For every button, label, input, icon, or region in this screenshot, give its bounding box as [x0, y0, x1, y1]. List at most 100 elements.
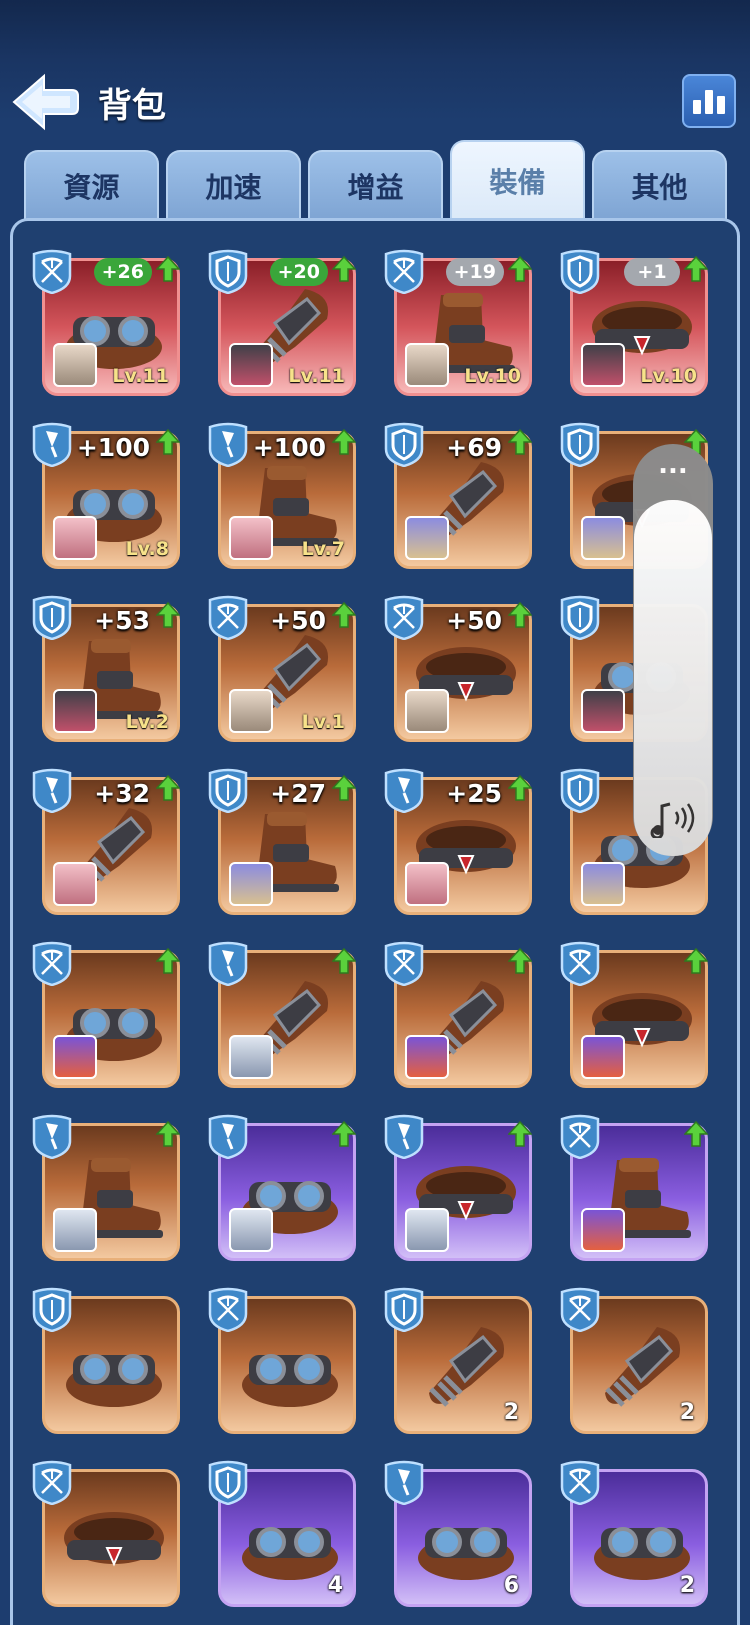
equipment-item[interactable]: Lv.10 +1: [558, 248, 708, 398]
crossbow-type-icon: [384, 595, 424, 640]
equipment-item[interactable]: Lv.2 +53: [30, 594, 180, 744]
hero-avatar: [405, 343, 449, 387]
power-bonus-badge: +19: [445, 258, 504, 286]
equipment-item[interactable]: [382, 940, 532, 1090]
equipment-item[interactable]: [30, 940, 180, 1090]
equipment-item[interactable]: 2: [558, 1459, 708, 1609]
equipment-item[interactable]: 2: [382, 1286, 532, 1436]
equipment-item[interactable]: +69: [382, 421, 532, 571]
upgrade-arrow-icon: [156, 602, 180, 628]
tab-resources[interactable]: 資源: [24, 150, 159, 220]
upgrade-arrow-icon: [332, 948, 356, 974]
equipment-item[interactable]: [30, 1113, 180, 1263]
power-bonus-badge: +53: [94, 605, 150, 635]
upgrade-arrow-icon: [332, 429, 356, 455]
upgrade-arrow-icon: [508, 429, 532, 455]
equipment-item[interactable]: [558, 940, 708, 1090]
item-level: Lv.7: [301, 538, 345, 560]
equipment-item[interactable]: [30, 1286, 180, 1436]
crossbow-type-icon: [560, 941, 600, 986]
goggles-icon: [66, 1354, 162, 1407]
equipment-item[interactable]: [206, 1113, 356, 1263]
item-level: Lv.8: [125, 538, 169, 560]
goggles-icon: [242, 1354, 338, 1407]
item-level: Lv.10: [640, 365, 697, 387]
equipment-item[interactable]: +32: [30, 767, 180, 917]
equipment-item[interactable]: Lv.10 +19: [382, 248, 532, 398]
upgrade-arrow-icon: [508, 948, 532, 974]
hero-avatar: [229, 516, 273, 560]
equipment-item[interactable]: [206, 940, 356, 1090]
equipment-item[interactable]: Lv.11 +20: [206, 248, 356, 398]
hero-avatar: [53, 516, 97, 560]
shield-type-icon: [32, 595, 72, 640]
power-bonus-badge: +26: [93, 258, 152, 286]
dagger-type-icon: [32, 1114, 72, 1159]
equipment-item[interactable]: +27: [206, 767, 356, 917]
equipment-item[interactable]: Lv.8 +100: [30, 421, 180, 571]
tab-speedup[interactable]: 加速: [166, 150, 301, 220]
hero-avatar: [581, 862, 625, 906]
floating-assistant[interactable]: ...: [633, 444, 713, 856]
hero-avatar: [229, 343, 273, 387]
power-bonus-badge: +100: [252, 432, 326, 462]
shield-type-icon: [208, 768, 248, 813]
shield-type-icon: [560, 249, 600, 294]
hero-avatar: [229, 689, 273, 733]
equipment-item[interactable]: [382, 1113, 532, 1263]
equipment-item[interactable]: 2: [558, 1286, 708, 1436]
upgrade-arrow-icon: [508, 775, 532, 801]
shield-type-icon: [560, 595, 600, 640]
dagger-type-icon: [32, 768, 72, 813]
tab-equipment[interactable]: 裝備: [450, 140, 585, 220]
equipment-item[interactable]: Lv.1 +50: [206, 594, 356, 744]
upgrade-arrow-icon: [332, 602, 356, 628]
equipment-item[interactable]: [30, 1459, 180, 1609]
back-button[interactable]: [10, 72, 80, 132]
tab-other[interactable]: 其他: [592, 150, 727, 220]
power-bonus-badge: +69: [446, 432, 502, 462]
hero-avatar: [53, 1208, 97, 1252]
crossbow-type-icon: [560, 1114, 600, 1159]
upgrade-arrow-icon: [332, 1121, 356, 1147]
crossbow-type-icon: [208, 595, 248, 640]
upgrade-arrow-icon: [156, 948, 180, 974]
equipment-item[interactable]: [206, 1286, 356, 1436]
equipment-item[interactable]: +25: [382, 767, 532, 917]
dagger-type-icon: [384, 768, 424, 813]
upgrade-arrow-icon: [156, 1121, 180, 1147]
item-count: 2: [503, 1400, 519, 1425]
equipment-item[interactable]: Lv.11 +26: [30, 248, 180, 398]
equipment-item[interactable]: 4: [206, 1459, 356, 1609]
shield-type-icon: [208, 249, 248, 294]
dagger-type-icon: [208, 422, 248, 467]
hero-avatar: [53, 689, 97, 733]
belt-icon: [64, 1512, 164, 1567]
power-bonus-badge: +25: [446, 778, 502, 808]
power-bonus-badge: +100: [76, 432, 150, 462]
equipment-item[interactable]: Lv.7 +100: [206, 421, 356, 571]
hero-avatar: [405, 1035, 449, 1079]
dagger-type-icon: [32, 422, 72, 467]
tab-boost[interactable]: 增益: [308, 150, 443, 220]
hero-avatar: [581, 689, 625, 733]
sound-icon[interactable]: [650, 798, 698, 838]
category-tabs: 資源 加速 增益 裝備 其他: [24, 140, 734, 220]
equipment-item[interactable]: +50: [382, 594, 532, 744]
crossbow-type-icon: [208, 1287, 248, 1332]
hero-avatar: [581, 516, 625, 560]
back-arrow-icon: [12, 73, 79, 131]
hero-avatar: [53, 862, 97, 906]
item-count: 2: [679, 1573, 695, 1598]
equipment-item[interactable]: 6: [382, 1459, 532, 1609]
hero-avatar: [229, 862, 273, 906]
upgrade-arrow-icon: [684, 1121, 708, 1147]
assistant-panel[interactable]: [634, 500, 712, 856]
more-menu-button[interactable]: ...: [633, 450, 713, 486]
upgrade-arrow-icon: [156, 775, 180, 801]
ranking-button[interactable]: [682, 74, 736, 128]
power-bonus-badge: +32: [94, 778, 150, 808]
crossbow-type-icon: [384, 941, 424, 986]
equipment-item[interactable]: [558, 1113, 708, 1263]
shield-type-icon: [560, 422, 600, 467]
